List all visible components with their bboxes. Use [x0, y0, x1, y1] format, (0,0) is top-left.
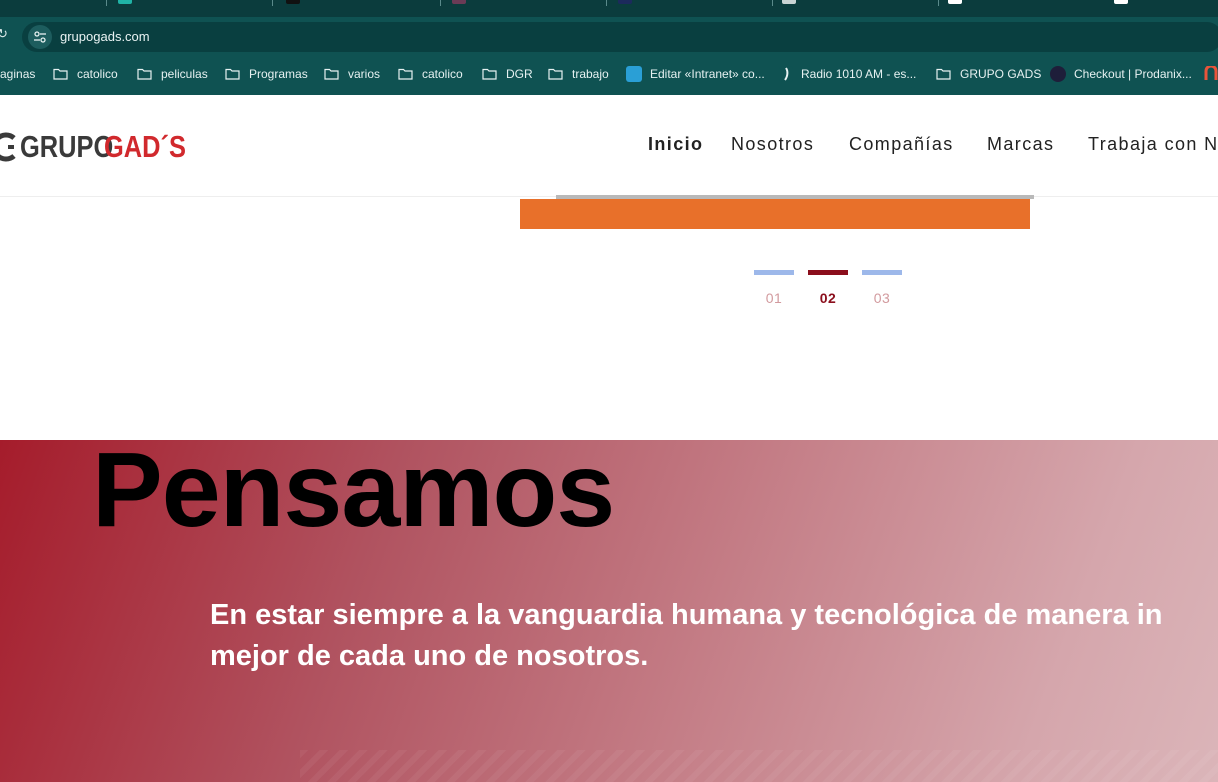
- bookmark-folder[interactable]: DGR: [482, 66, 533, 82]
- bookmark-link[interactable]: Checkout | Prodanix...: [1050, 66, 1192, 82]
- slide-number-3[interactable]: 03: [862, 290, 902, 306]
- folder-icon: [137, 68, 152, 80]
- bookmark-folder[interactable]: trabajo: [548, 66, 609, 82]
- site-info-icon[interactable]: [28, 25, 52, 49]
- folder-icon: [548, 68, 563, 80]
- logo-text-gads: GAD´S: [103, 129, 186, 164]
- slide-number-1[interactable]: 01: [754, 290, 794, 306]
- logo-text-grupo: GRUPO: [20, 129, 114, 164]
- slide-indicator-1[interactable]: [754, 270, 794, 275]
- nav-nosotros[interactable]: Nosotros: [731, 134, 814, 155]
- tab-separator: [772, 0, 773, 6]
- checkout-favicon-icon: [1050, 66, 1066, 82]
- bookmark-folder[interactable]: GRUPO GADS: [936, 66, 1041, 82]
- tab-favicon-icon[interactable]: [286, 0, 300, 4]
- bookmark-label: varios: [348, 67, 381, 81]
- address-bar[interactable]: [22, 22, 1218, 52]
- folder-icon: [936, 68, 951, 80]
- tab-favicon-icon[interactable]: [452, 0, 466, 4]
- tab-favicon-icon[interactable]: [782, 0, 796, 4]
- bookmark-label: catolico: [77, 67, 118, 81]
- slide-accent-bar: [520, 199, 1030, 229]
- bookmark-label: GRUPO GADS: [960, 67, 1042, 81]
- bookmark-label: Checkout | Prodanix...: [1074, 67, 1192, 81]
- slide-indicator-2[interactable]: [808, 270, 848, 275]
- bookmark-label: aginas: [0, 67, 36, 81]
- tab-separator: [440, 0, 441, 6]
- section-paragraph: En estar siempre a la vanguardia humana …: [210, 595, 1218, 677]
- decorative-stripes: [300, 750, 1218, 782]
- tab-separator: [606, 0, 607, 6]
- overflow-favicon-icon[interactable]: [1204, 64, 1218, 82]
- logo-mark-icon: [0, 132, 16, 162]
- radio-favicon-icon: [779, 66, 793, 82]
- reload-icon[interactable]: ↻: [0, 27, 8, 41]
- folder-icon: [225, 68, 240, 80]
- bookmark-folder[interactable]: Programas: [225, 66, 308, 82]
- paragraph-line-2: mejor de cada uno de nosotros.: [210, 640, 649, 672]
- nav-trabaja[interactable]: Trabaja con N: [1088, 134, 1218, 155]
- bookmark-folder[interactable]: peliculas: [137, 66, 208, 82]
- nav-marcas[interactable]: Marcas: [987, 134, 1054, 155]
- tab-separator: [272, 0, 273, 6]
- logo[interactable]: GRUPO GAD´S: [0, 129, 204, 165]
- bookmark-folder[interactable]: catolico: [398, 66, 463, 82]
- tab-separator: [106, 0, 107, 6]
- bookmark-link[interactable]: Editar «Intranet» co...: [626, 66, 765, 82]
- nav-companias[interactable]: Compañías: [849, 134, 954, 155]
- bookmark-label: trabajo: [572, 67, 609, 81]
- bookmark-label: Programas: [249, 67, 308, 81]
- bookmark-label: Editar «Intranet» co...: [650, 67, 765, 81]
- paragraph-line-1: En estar siempre a la vanguardia humana …: [210, 599, 1163, 631]
- tab-separator: [938, 0, 939, 6]
- folder-icon: [398, 68, 413, 80]
- tab-favicon-icon[interactable]: [948, 0, 962, 4]
- section-title: Pensamos: [92, 431, 615, 549]
- slide-number-2[interactable]: 02: [808, 290, 848, 306]
- bookmark-label: Radio 1010 AM - es...: [801, 67, 917, 81]
- bookmark-item[interactable]: aginas: [0, 66, 35, 82]
- bookmark-folder[interactable]: varios: [324, 66, 380, 82]
- tab-favicon-icon[interactable]: [118, 0, 132, 4]
- tab-favicon-icon[interactable]: [1114, 0, 1128, 4]
- bookmark-folder[interactable]: catolico: [53, 66, 118, 82]
- tab-favicon-icon[interactable]: [618, 0, 632, 4]
- bookmark-link[interactable]: Radio 1010 AM - es...: [779, 66, 916, 82]
- bookmark-label: DGR: [506, 67, 533, 81]
- folder-icon: [53, 68, 68, 80]
- bookmark-label: catolico: [422, 67, 463, 81]
- nav-inicio[interactable]: Inicio: [648, 134, 703, 155]
- browser-tab-strip: [0, 0, 1218, 17]
- bookmark-label: peliculas: [161, 67, 208, 81]
- slide-indicator-3[interactable]: [862, 270, 902, 275]
- site-favicon-icon: [626, 66, 642, 82]
- folder-icon: [324, 68, 339, 80]
- folder-icon: [482, 68, 497, 80]
- url-text[interactable]: grupogads.com: [60, 29, 150, 45]
